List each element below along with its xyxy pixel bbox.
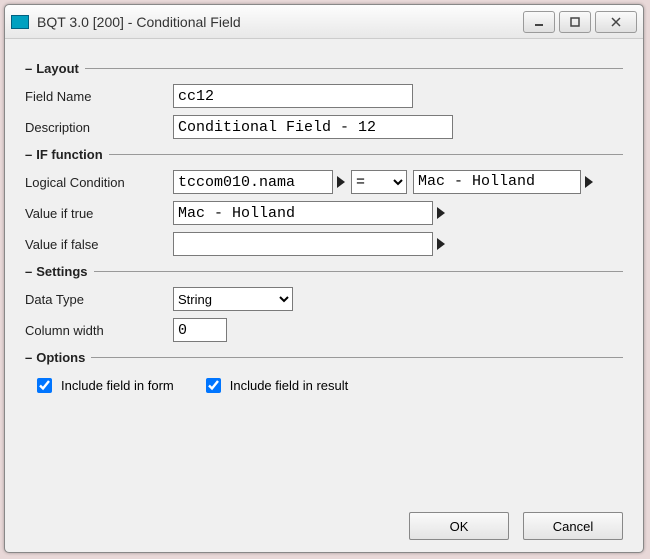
app-icon <box>11 15 29 29</box>
section-if-function: – IF function <box>25 147 623 162</box>
ok-button[interactable]: OK <box>409 512 509 540</box>
section-settings-label: Settings <box>36 264 93 279</box>
include-form-checkbox-group[interactable]: Include field in form <box>33 375 174 396</box>
description-label: Description <box>25 120 173 135</box>
field-name-input[interactable] <box>173 84 413 108</box>
button-bar: OK Cancel <box>5 506 643 552</box>
include-result-checkbox-group[interactable]: Include field in result <box>202 375 349 396</box>
section-layout: – Layout <box>25 61 623 76</box>
section-settings: – Settings <box>25 264 623 279</box>
maximize-icon <box>569 16 581 28</box>
expand-true-icon[interactable] <box>437 207 445 219</box>
data-type-select[interactable]: StringIntegerDoubleDate <box>173 287 293 311</box>
include-form-checkbox[interactable] <box>37 378 52 393</box>
dialog-window: BQT 3.0 [200] - Conditional Field – Layo… <box>4 4 644 553</box>
column-width-label: Column width <box>25 323 173 338</box>
expand-left-icon[interactable] <box>337 176 345 188</box>
titlebar[interactable]: BQT 3.0 [200] - Conditional Field <box>5 5 643 39</box>
condition-left-input[interactable] <box>173 170 333 194</box>
operator-select[interactable]: =<><><=>= <box>351 170 407 194</box>
logical-condition-label: Logical Condition <box>25 175 173 190</box>
window-title: BQT 3.0 [200] - Conditional Field <box>37 14 523 30</box>
value-true-label: Value if true <box>25 206 173 221</box>
include-form-label: Include field in form <box>61 378 174 393</box>
cancel-button[interactable]: Cancel <box>523 512 623 540</box>
close-button[interactable] <box>595 11 637 33</box>
column-width-input[interactable] <box>173 318 227 342</box>
section-options: – Options <box>25 350 623 365</box>
expand-right-icon[interactable] <box>585 176 593 188</box>
description-input[interactable] <box>173 115 453 139</box>
content-area: – Layout Field Name Description – IF fun… <box>5 39 643 506</box>
close-icon <box>610 16 622 28</box>
maximize-button[interactable] <box>559 11 591 33</box>
section-layout-label: Layout <box>36 61 85 76</box>
minimize-icon <box>533 16 545 28</box>
data-type-label: Data Type <box>25 292 173 307</box>
field-name-label: Field Name <box>25 89 173 104</box>
section-options-label: Options <box>36 350 91 365</box>
condition-right-input[interactable]: Mac - Holland <box>413 170 581 194</box>
value-true-input[interactable] <box>173 201 433 225</box>
include-result-checkbox[interactable] <box>206 378 221 393</box>
minimize-button[interactable] <box>523 11 555 33</box>
expand-false-icon[interactable] <box>437 238 445 250</box>
value-false-input[interactable] <box>173 232 433 256</box>
section-if-label: IF function <box>36 147 108 162</box>
value-false-label: Value if false <box>25 237 173 252</box>
include-result-label: Include field in result <box>230 378 349 393</box>
